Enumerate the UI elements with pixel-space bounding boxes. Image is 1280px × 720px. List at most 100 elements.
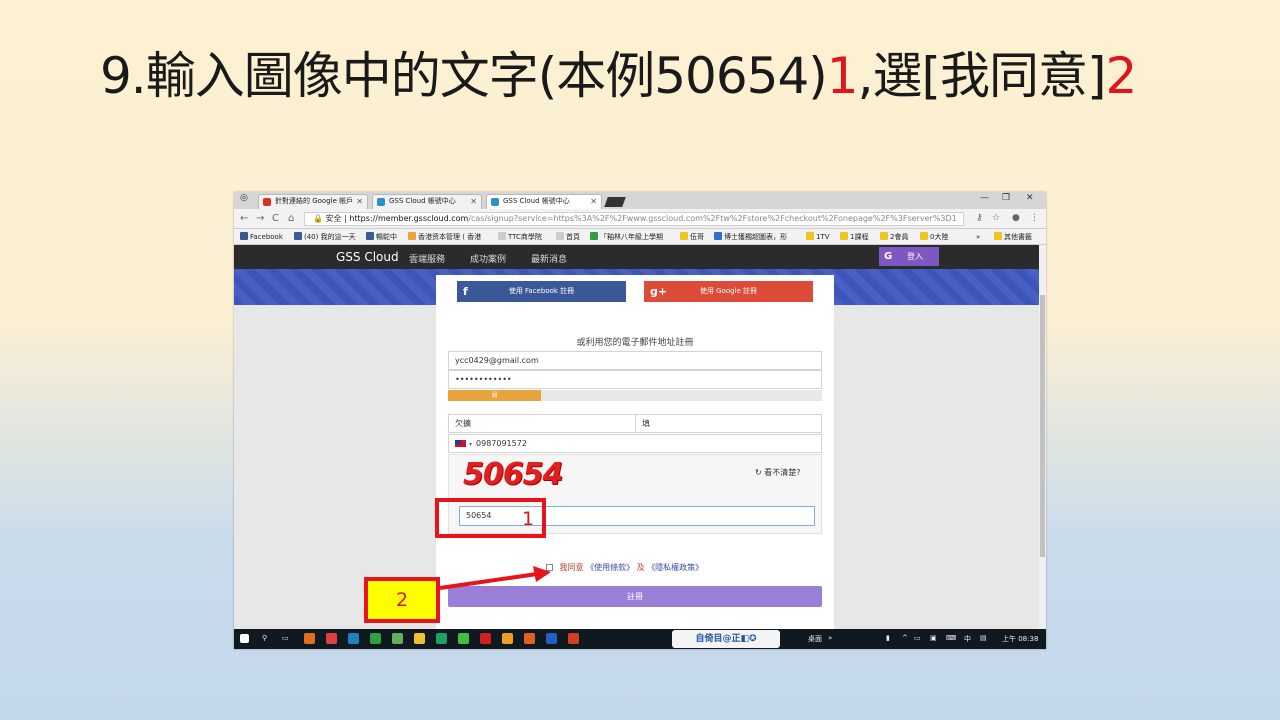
action-center-icon[interactable]: ▤ <box>980 634 987 642</box>
gmail-icon <box>263 198 271 206</box>
tab-label: GSS Cloud 帳號中心 <box>503 197 570 205</box>
minimize-icon[interactable]: — <box>980 193 989 203</box>
keyboard-icon[interactable]: ⌨ <box>946 634 956 642</box>
bookmark-item[interactable]: 2會員 <box>880 231 908 243</box>
page-scrollbar[interactable] <box>1039 245 1046 629</box>
bookmarks-overflow[interactable]: » <box>976 231 980 243</box>
bookmark-item[interactable]: 首頁 <box>556 231 580 243</box>
slide-title-main: 9.輸入圖像中的文字(本例50654) <box>100 47 828 105</box>
desktop-label[interactable]: 桌面 <box>808 634 822 644</box>
annotation-tag-step2: 2 <box>364 577 440 623</box>
reload-icon[interactable]: C <box>272 213 279 224</box>
bookmark-item[interactable]: TTC商學院 <box>498 231 542 243</box>
close-icon[interactable]: ✕ <box>590 195 597 208</box>
password-strength-fill: 弱 <box>448 390 541 401</box>
bookmark-item[interactable]: 伍哥 <box>680 231 704 243</box>
agree-label: 我同意 <box>559 563 584 572</box>
powerpoint-icon[interactable] <box>568 633 579 644</box>
register-button[interactable]: 註冊 <box>448 586 822 607</box>
bookmark-item[interactable]: 香港资本管理 ( 香港 <box>408 231 481 243</box>
app-icon[interactable] <box>326 633 337 644</box>
back-icon[interactable]: ← <box>240 213 248 224</box>
network-icon[interactable]: ▭ <box>914 634 921 642</box>
app-icon[interactable] <box>370 633 381 644</box>
close-icon[interactable]: ✕ <box>470 195 477 208</box>
security-label: 安全 <box>325 214 342 223</box>
email-field[interactable]: ycc0429@gmail.com <box>448 351 822 370</box>
bookmark-item[interactable]: (40) 我的這一天 <box>294 231 356 243</box>
ime-toolbar[interactable]: 自倚目@正◧✪ <box>672 630 780 648</box>
terms-link[interactable]: 《使用條款》 <box>586 563 634 572</box>
bookmark-item[interactable]: 「釉林八年級上學期 <box>590 231 663 243</box>
slide-title: 9.輸入圖像中的文字(本例50654)1,選[我同意]2 <box>100 44 1200 108</box>
site-brand[interactable]: GSS Cloud <box>336 250 399 264</box>
captcha-image: 50654 <box>463 457 563 492</box>
password-strength-meter: 弱 <box>448 390 822 401</box>
search-icon[interactable]: ⚲ <box>262 634 267 642</box>
captcha-refresh-label: 看不清楚? <box>764 468 801 477</box>
agree-checkbox[interactable] <box>546 564 553 571</box>
nav-news[interactable]: 最新消息 <box>531 252 567 265</box>
app-icon[interactable] <box>392 633 403 644</box>
address-input[interactable]: 🔒 安全 | https://member.gsscloud.com/cas/s… <box>304 212 964 226</box>
bookmark-item-other[interactable]: 其他書籤 <box>994 231 1032 243</box>
nav-cloud-services[interactable]: 雲端服務 <box>409 252 445 265</box>
tab-gss-1[interactable]: GSS Cloud 帳號中心 ✕ <box>372 194 482 209</box>
language-indicator[interactable]: 中 <box>964 634 971 644</box>
browser-window: ◎ 針對連結的 Google 帳戶 ✕ GSS Cloud 帳號中心 ✕ GSS… <box>234 192 1046 649</box>
login-button[interactable]: G 登入 <box>879 247 939 266</box>
app-icon[interactable] <box>436 633 447 644</box>
star-icon[interactable]: ☆ <box>992 213 1000 223</box>
tab-bar: ◎ 針對連結的 Google 帳戶 ✕ GSS Cloud 帳號中心 ✕ GSS… <box>234 192 1046 209</box>
windows-start-icon[interactable] <box>240 634 249 643</box>
bookmark-item[interactable]: 1課程 <box>840 231 868 243</box>
facebook-signup-button[interactable]: f 使用 Facebook 註冊 <box>457 281 626 302</box>
nav-success-cases[interactable]: 成功案例 <box>470 252 506 265</box>
key-icon[interactable]: ⚷ <box>976 213 983 223</box>
google-signup-button[interactable]: g+ 使用 Google 註冊 <box>644 281 813 302</box>
maximize-icon[interactable]: ❐ <box>1002 193 1010 203</box>
forward-icon[interactable]: → <box>256 213 264 224</box>
password-field[interactable]: •••••••••••• <box>448 370 822 389</box>
clock[interactable]: 上午 08:38 <box>1002 634 1038 644</box>
new-tab-button[interactable] <box>604 197 626 207</box>
overflow-icon[interactable]: » <box>828 634 832 642</box>
bookmark-item[interactable]: 博士獲獨超圖表，形 <box>714 231 787 243</box>
bookmark-item[interactable]: 暢駝中 <box>366 231 397 243</box>
profile-icon[interactable]: ● <box>1012 213 1020 223</box>
wechat-icon[interactable] <box>458 633 469 644</box>
menu-icon[interactable]: ⋮ <box>1030 213 1039 223</box>
chrome-icon[interactable] <box>502 633 513 644</box>
tab-gss-2[interactable]: GSS Cloud 帳號中心 ✕ <box>486 194 602 209</box>
close-icon[interactable]: ✕ <box>356 195 363 208</box>
captcha-refresh-link[interactable]: ↻ 看不清楚? <box>755 467 801 478</box>
site-navbar: GSS Cloud 雲端服務 成功案例 最新消息 G 登入 <box>234 245 1039 269</box>
bookmark-item[interactable]: Facebook <box>240 231 283 243</box>
agree-terms-row[interactable]: 我同意 《使用條款》 及 《隱私權政策》 <box>546 562 703 573</box>
cloud-icon <box>491 198 499 206</box>
app-icon[interactable] <box>348 633 359 644</box>
bookmark-item[interactable]: 1TV <box>806 231 830 243</box>
login-logo-icon: G <box>884 251 893 262</box>
privacy-link[interactable]: 《隱私權政策》 <box>647 563 703 572</box>
notification-icon[interactable]: ▣ <box>930 634 937 642</box>
url-path: /cas/signup?service=https%3A%2F%2Fwww.gs… <box>468 214 957 223</box>
cloud-icon <box>377 198 385 206</box>
chrome-icon[interactable] <box>414 633 425 644</box>
phone-field[interactable]: ▾ 0987091572 <box>448 434 822 453</box>
taiwan-flag-icon[interactable] <box>455 440 466 447</box>
home-icon[interactable]: ⌂ <box>288 213 294 224</box>
vivaldi-icon[interactable] <box>480 633 491 644</box>
tab-google-account[interactable]: 針對連結的 Google 帳戶 ✕ <box>258 194 368 209</box>
scrollbar-thumb[interactable] <box>1040 295 1045 557</box>
firefox-icon[interactable] <box>524 633 535 644</box>
window-close-icon[interactable]: ✕ <box>1026 193 1034 203</box>
bookmark-item[interactable]: 0大陸 <box>920 231 948 243</box>
phone-value: 0987091572 <box>476 439 527 448</box>
word-icon[interactable] <box>546 633 557 644</box>
task-view-icon[interactable]: ▭ <box>282 634 289 642</box>
app-icon[interactable] <box>304 633 315 644</box>
tray-chevron-icon[interactable]: ^ <box>902 634 908 642</box>
lastname-field[interactable]: 欠擴 <box>448 414 636 433</box>
firstname-field[interactable]: 填 <box>635 414 822 433</box>
